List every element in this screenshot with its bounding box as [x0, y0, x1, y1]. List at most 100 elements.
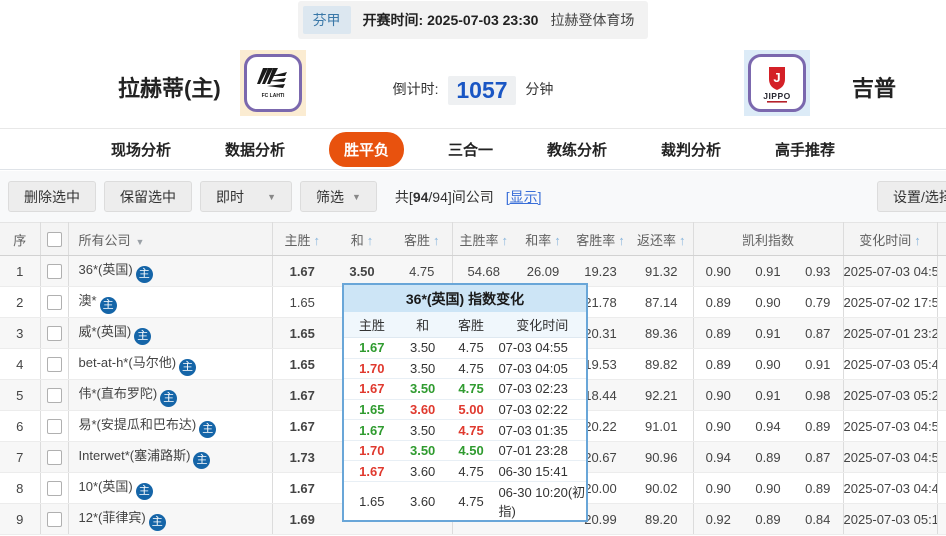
company-name[interactable]: Interwet*(塞浦路斯) 主	[68, 441, 273, 473]
sort-asc-icon: ↑	[554, 232, 561, 248]
row-checkbox[interactable]	[46, 388, 62, 404]
payout-rate: 89.36	[630, 317, 694, 349]
chevron-down-icon: ▼	[352, 191, 361, 202]
kelly-draw: 0.91	[743, 379, 793, 411]
home-badge-icon: 主	[148, 514, 166, 531]
kelly-draw: 0.89	[743, 503, 793, 535]
top-info-bar: 芬甲 开赛时间: 2025-07-03 23:30 拉赫登体育场	[0, 0, 946, 40]
popup-row: 1.65 3.60 4.75 06-30 10:20(初指)	[344, 482, 586, 520]
payout-rate: 91.32	[630, 255, 694, 287]
payout-rate: 87.14	[630, 286, 694, 318]
row-checkbox-cell	[40, 472, 69, 504]
payout-rate: 89.82	[630, 348, 694, 380]
company-name[interactable]: 12*(菲律宾) 主	[68, 503, 273, 535]
col-draw-rate[interactable]: 和率 ↑	[515, 222, 571, 256]
row-seq: 1	[0, 255, 41, 287]
kelly-draw: 0.90	[743, 472, 793, 504]
cutoff-cell	[937, 410, 946, 442]
col-home-odds[interactable]: 主胜 ↑	[272, 222, 332, 256]
kelly-draw: 0.90	[743, 286, 793, 318]
company-name[interactable]: bet-at-h*(马尔他) 主	[68, 348, 273, 380]
row-checkbox[interactable]	[46, 512, 62, 528]
keep-selected-button[interactable]: 保留选中	[104, 181, 192, 212]
odds-change-popup: 36*(英国) 指数变化 主胜 和 客胜 变化时间 1.67 3.50 4.75 07…	[342, 283, 588, 522]
popup-draw-odds: 3.50	[409, 340, 436, 356]
popup-rows: 1.67 3.50 4.75 07-03 04:55 1.70 3.50 4.75 07-03…	[344, 338, 586, 520]
company-name[interactable]: 36*(英国) 主	[68, 255, 273, 287]
row-checkbox[interactable]	[46, 295, 62, 311]
col-draw-odds[interactable]: 和 ↑	[332, 222, 392, 256]
change-time: 2025-07-03 04:57	[843, 410, 938, 442]
popup-col-time: 变化时间	[516, 318, 569, 333]
row-checkbox-cell	[40, 441, 69, 473]
home-badge-icon: 主	[179, 359, 197, 376]
tab-5[interactable]: 裁判分析	[651, 132, 731, 167]
row-checkbox[interactable]	[46, 450, 62, 466]
tab-0[interactable]: 现场分析	[101, 132, 181, 167]
company-name[interactable]: 10*(英国) 主	[68, 472, 273, 504]
payout-rate: 90.96	[630, 441, 694, 473]
tab-3[interactable]: 三合一	[438, 132, 503, 167]
match-header: 拉赫蒂(主) FC LAHTI 倒计时: 1057 分钟 J JIPPO 吉普	[0, 40, 946, 128]
row-seq: 4	[0, 348, 41, 380]
away-rate: 19.23	[571, 255, 630, 287]
home-badge-icon: 主	[199, 421, 217, 438]
row-seq: 8	[0, 472, 41, 504]
popup-home-odds: 1.67	[359, 422, 385, 438]
col-payout-rate[interactable]: 返还率 ↑	[630, 222, 694, 256]
popup-row: 1.70 3.50 4.75 07-03 04:05	[344, 359, 586, 380]
table-row[interactable]: 1 36*(英国) 主 1.67 3.50 4.75 54.68 26.09 19.23 91.3…	[0, 255, 946, 287]
col-company[interactable]: 所有公司 ▼	[68, 222, 273, 256]
kelly-home: 0.94	[693, 441, 743, 473]
filter-dropdown[interactable]: 筛选 ▼	[300, 181, 377, 212]
instant-odds-label: 即时	[216, 188, 244, 205]
tab-6[interactable]: 高手推荐	[765, 132, 845, 167]
row-checkbox-cell	[40, 348, 69, 380]
kelly-home: 0.89	[693, 286, 743, 318]
popup-title: 36*(英国) 指数变化	[344, 285, 586, 312]
payout-rate: 90.02	[630, 472, 694, 504]
kelly-home: 0.90	[693, 472, 743, 504]
popup-row: 1.67 3.50 4.75 07-03 02:23	[344, 379, 586, 400]
row-checkbox[interactable]	[46, 419, 62, 435]
popup-home-odds: 1.67	[359, 340, 385, 356]
row-seq: 7	[0, 441, 41, 473]
company-name[interactable]: 易*(安提瓜和巴布达) 主	[68, 410, 273, 442]
filter-caret-icon: ▼	[135, 236, 145, 247]
col-away-odds[interactable]: 客胜 ↑	[392, 222, 453, 256]
row-checkbox[interactable]	[46, 357, 62, 373]
row-checkbox[interactable]	[46, 326, 62, 342]
change-time: 2025-07-03 04:50	[843, 441, 938, 473]
col-away-rate[interactable]: 客胜率 ↑	[571, 222, 630, 256]
kelly-home: 0.92	[693, 503, 743, 535]
company-name[interactable]: 澳* 主	[68, 286, 273, 318]
instant-odds-dropdown[interactable]: 即时 ▼	[200, 181, 292, 212]
change-time: 2025-07-03 05:18	[843, 503, 938, 535]
row-checkbox[interactable]	[46, 481, 62, 497]
tab-1[interactable]: 数据分析	[215, 132, 295, 167]
popup-row: 1.67 3.50 4.75 07-03 01:35	[344, 420, 586, 441]
show-link[interactable]: [显示]	[506, 187, 542, 207]
popup-home-odds: 1.65	[359, 493, 385, 509]
tab-4[interactable]: 教练分析	[537, 132, 617, 167]
popup-draw-odds: 3.50	[409, 443, 436, 459]
home-badge-icon: 主	[160, 390, 178, 407]
company-name[interactable]: 威*(英国) 主	[68, 317, 273, 349]
row-checkbox-cell	[40, 410, 69, 442]
cutoff-cell	[937, 472, 946, 504]
col-home-rate[interactable]: 主胜率 ↑	[452, 222, 515, 256]
popup-draw-odds: 3.60	[409, 463, 436, 479]
col-change-time[interactable]: 变化时间 ↑	[843, 222, 938, 256]
row-seq: 3	[0, 317, 41, 349]
home-badge-icon: 主	[135, 483, 153, 500]
company-name[interactable]: 伟*(直布罗陀) 主	[68, 379, 273, 411]
settings-select-button[interactable]: 设置/选择	[877, 181, 946, 212]
row-checkbox[interactable]	[46, 264, 62, 280]
cutoff-cell	[937, 286, 946, 318]
sort-asc-icon: ↑	[433, 232, 440, 248]
popup-draw-odds: 3.50	[409, 360, 436, 376]
home-badge-icon: 主	[193, 452, 211, 469]
select-all-checkbox[interactable]	[46, 232, 62, 248]
tab-2-active[interactable]: 胜平负	[328, 132, 404, 167]
delete-selected-button[interactable]: 删除选中	[8, 181, 96, 212]
